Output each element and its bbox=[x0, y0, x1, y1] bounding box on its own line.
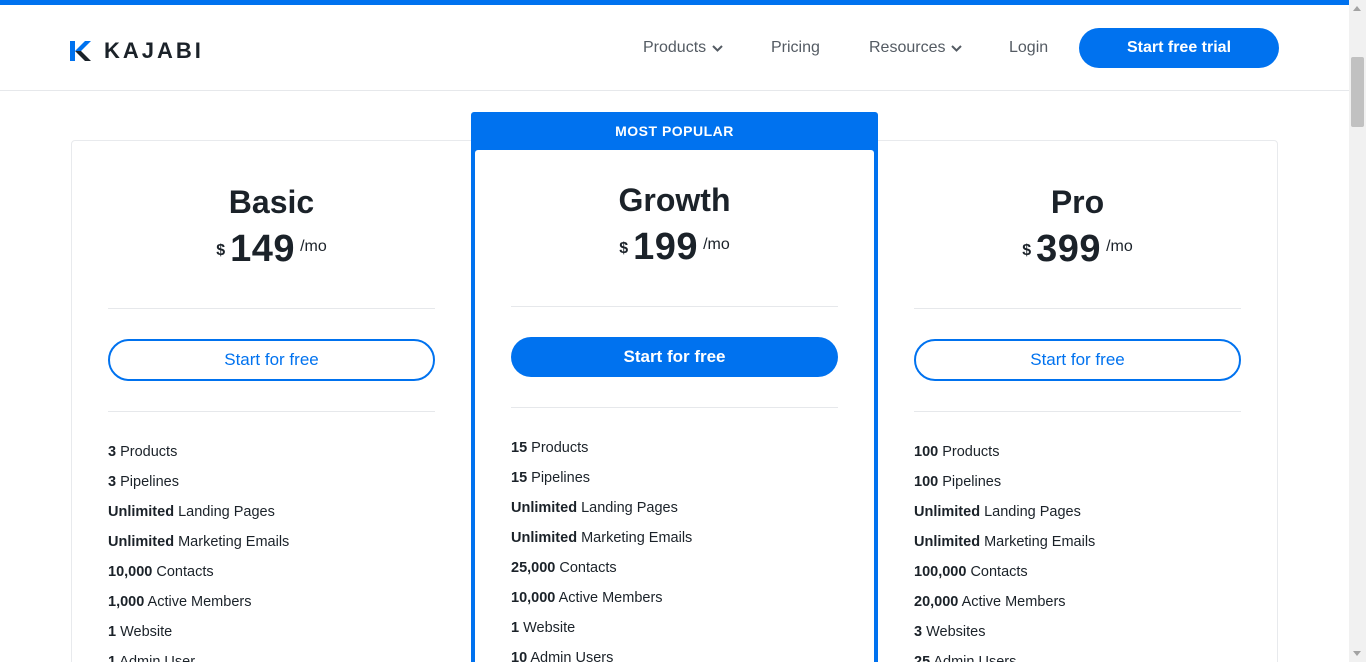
list-item: 100,000 Contacts bbox=[914, 564, 1028, 580]
list-item: Unlimited Marketing Emails bbox=[914, 534, 1096, 550]
plan-name: Basic bbox=[228, 184, 315, 220]
nav-item-resources[interactable]: Resources bbox=[869, 39, 963, 57]
chevron-down-icon bbox=[951, 45, 963, 52]
list-item: 10 Admin Users bbox=[511, 650, 614, 662]
brand-name: KAJABI bbox=[104, 38, 204, 63]
list-item: Unlimited Landing Pages bbox=[511, 500, 678, 516]
plan-price: $ 149 /mo bbox=[108, 228, 435, 271]
list-item: 10,000 Active Members bbox=[511, 590, 663, 606]
page-scrollbar[interactable] bbox=[1349, 0, 1366, 662]
list-item: 25,000 Contacts bbox=[511, 560, 617, 576]
price-amount: 399 bbox=[1036, 228, 1102, 270]
list-item: 3 Pipelines bbox=[108, 474, 179, 490]
chevron-down-icon bbox=[712, 45, 723, 52]
feature-list: 3 Products 3 Pipelines Unlimited Landing… bbox=[108, 444, 435, 662]
plan-name: Growth bbox=[618, 182, 731, 218]
price-currency: $ bbox=[1022, 242, 1032, 259]
nav-item-label: Pricing bbox=[771, 39, 820, 56]
list-item: 1 Website bbox=[108, 624, 173, 640]
divider bbox=[511, 306, 838, 307]
list-item: 3 Websites bbox=[914, 624, 986, 640]
feature-list: 15 Products 15 Pipelines Unlimited Landi… bbox=[511, 440, 838, 662]
nav-item-label: Products bbox=[643, 39, 707, 56]
list-item: Unlimited Marketing Emails bbox=[511, 530, 693, 546]
list-item: Unlimited Marketing Emails bbox=[108, 534, 290, 550]
list-item: 100 Pipelines bbox=[914, 474, 1002, 490]
start-for-free-button[interactable]: Start for free bbox=[914, 339, 1241, 381]
list-item: Unlimited Landing Pages bbox=[108, 504, 275, 520]
price-period: /mo bbox=[300, 238, 327, 255]
plan-name: Pro bbox=[1050, 184, 1105, 220]
list-item: 15 Products bbox=[511, 440, 589, 456]
nav-item-products[interactable]: Products bbox=[643, 39, 723, 57]
list-item: 15 Pipelines bbox=[511, 470, 591, 486]
list-item: 3 Products bbox=[108, 444, 178, 460]
plan-price: $ 399 /mo bbox=[914, 228, 1241, 271]
scrollbar-thumb[interactable] bbox=[1351, 57, 1364, 127]
start-for-free-button[interactable]: Start for free bbox=[511, 337, 838, 377]
divider bbox=[108, 411, 435, 412]
brand-logo[interactable]: KAJABI bbox=[70, 38, 204, 64]
site-header: KAJABI Products Pricing Resources Login … bbox=[0, 5, 1349, 91]
list-item: 1 Website bbox=[511, 620, 576, 636]
nav-item-login[interactable]: Login bbox=[1009, 39, 1048, 57]
nav-item-label: Resources bbox=[869, 39, 946, 56]
list-item: Unlimited Landing Pages bbox=[914, 504, 1081, 520]
most-popular-badge: MOST POPULAR bbox=[615, 123, 734, 139]
list-item: 25 Admin Users bbox=[914, 654, 1017, 662]
divider bbox=[108, 308, 435, 309]
price-period: /mo bbox=[703, 236, 730, 253]
price-currency: $ bbox=[619, 240, 629, 257]
price-amount: 199 bbox=[633, 226, 699, 268]
list-item: 20,000 Active Members bbox=[914, 594, 1066, 610]
kajabi-logo-icon bbox=[70, 41, 91, 61]
start-for-free-button[interactable]: Start for free bbox=[108, 339, 435, 381]
scroll-down-icon[interactable] bbox=[1353, 651, 1361, 656]
price-period: /mo bbox=[1106, 238, 1133, 255]
list-item: 100 Products bbox=[914, 444, 1000, 460]
list-item: 10,000 Contacts bbox=[108, 564, 214, 580]
plan-price: $ 199 /mo bbox=[511, 226, 838, 269]
scroll-up-icon[interactable] bbox=[1353, 6, 1361, 11]
nav-item-pricing[interactable]: Pricing bbox=[771, 39, 820, 57]
list-item: 1,000 Active Members bbox=[108, 594, 252, 610]
price-amount: 149 bbox=[230, 228, 296, 270]
divider bbox=[914, 411, 1241, 412]
price-currency: $ bbox=[216, 242, 226, 259]
list-item: 1 Admin User bbox=[108, 654, 196, 662]
feature-list: 100 Products 100 Pipelines Unlimited Lan… bbox=[914, 444, 1241, 662]
divider bbox=[511, 407, 838, 408]
divider bbox=[914, 308, 1241, 309]
start-free-trial-button[interactable]: Start free trial bbox=[1079, 28, 1279, 68]
nav-item-label: Login bbox=[1009, 39, 1049, 56]
